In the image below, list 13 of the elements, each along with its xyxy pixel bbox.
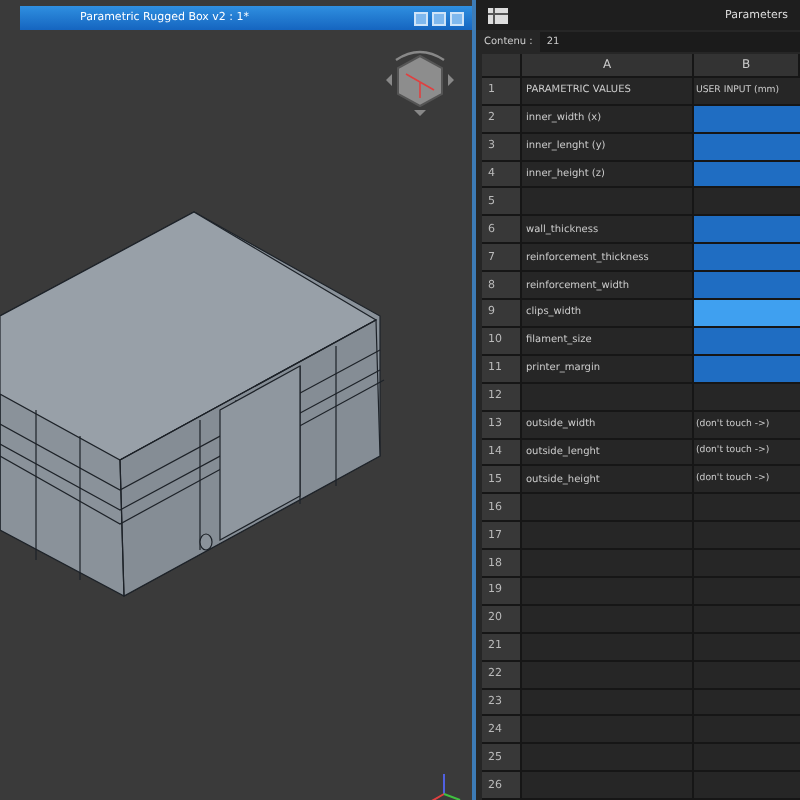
input-cell[interactable] (694, 133, 800, 160)
minimize-button[interactable] (414, 11, 428, 25)
input-cell[interactable] (694, 244, 800, 271)
maximize-button[interactable] (432, 11, 446, 25)
input-cell[interactable] (694, 216, 800, 243)
input-cell[interactable] (694, 272, 800, 299)
input-cell[interactable] (694, 327, 800, 354)
input-cell[interactable] (694, 300, 800, 326)
input-cell[interactable] (694, 105, 800, 132)
spreadsheet-icon (488, 7, 508, 24)
input-cell[interactable] (694, 161, 800, 187)
input-cell[interactable] (694, 355, 800, 382)
close-button[interactable] (450, 11, 464, 25)
